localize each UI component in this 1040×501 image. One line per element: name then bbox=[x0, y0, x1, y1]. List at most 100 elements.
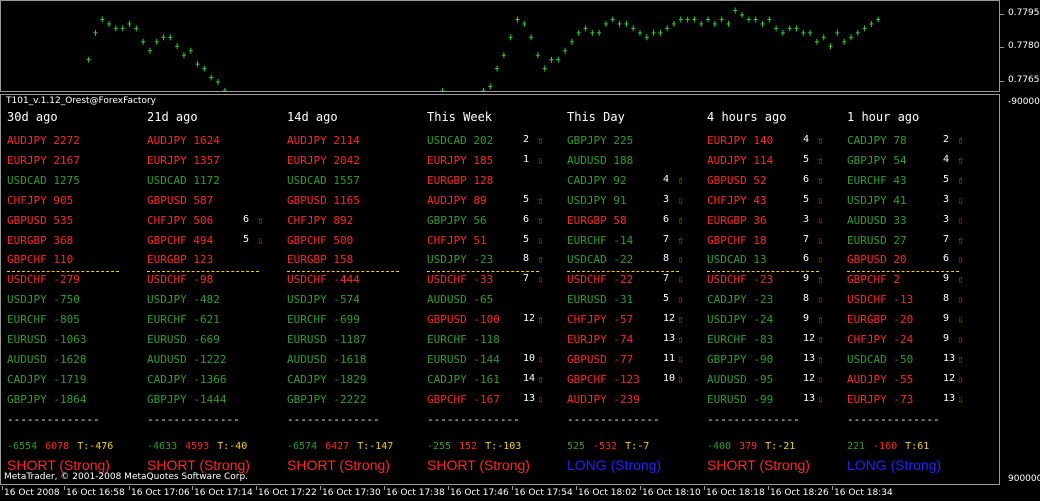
pair-strength: USDJPY -24 bbox=[707, 313, 774, 327]
currency-row: USDCHF -33 7 ⇩ bbox=[427, 273, 567, 289]
currency-row: USDJPY -23 8 ⇧ bbox=[427, 253, 567, 269]
time-axis-label: 16 Oct 17:06 bbox=[131, 488, 190, 498]
price-bar bbox=[814, 38, 819, 45]
arrow-up-icon: ⇧ bbox=[817, 173, 824, 187]
price-bar bbox=[821, 34, 826, 41]
price-bar bbox=[209, 74, 214, 81]
rank-number: 3 bbox=[803, 213, 810, 225]
pair-strength: AUDUSD -95 bbox=[707, 372, 774, 386]
currency-row: CADJPY 78 2 ⇧ bbox=[847, 134, 987, 150]
currency-row: USDCHF -22 7 ⇩ bbox=[567, 273, 707, 289]
currency-row: CHFJPY -57 12 ⇧ bbox=[567, 313, 707, 329]
rank-number: 14 bbox=[523, 372, 536, 384]
price-bar bbox=[93, 29, 98, 36]
arrow-up-icon: ⇧ bbox=[677, 213, 684, 227]
price-bar bbox=[495, 65, 500, 72]
arrow-down-icon: ⇩ bbox=[817, 213, 824, 227]
time-tick bbox=[2, 486, 3, 490]
price-bar bbox=[631, 25, 636, 32]
pair-strength: GBPJPY -2222 bbox=[287, 392, 367, 406]
arrow-up-icon: ⇧ bbox=[817, 313, 824, 327]
arrow-down-icon: ⇩ bbox=[817, 253, 824, 267]
time-axis-label: 16 Oct 16:58 bbox=[66, 488, 125, 498]
long-short-separator bbox=[147, 271, 259, 273]
pair-strength: CHFJPY 43 bbox=[707, 193, 767, 207]
rank-number: 9 bbox=[803, 273, 810, 285]
rank-number: 8 bbox=[523, 253, 530, 265]
price-bar bbox=[733, 7, 738, 14]
rank-number: 6 bbox=[943, 253, 950, 265]
rank-number: 8 bbox=[803, 293, 810, 305]
strength-column: This Day GBPJPY 225 AUDUSD 188 CADJPY 92 4 ⇧ U… bbox=[567, 108, 707, 478]
indicator-title: T101_v.1.12_Orest@ForexFactory bbox=[6, 96, 156, 106]
pair-strength: GBPCHF -167 bbox=[427, 392, 500, 406]
pair-strength: GBPJPY 54 bbox=[847, 153, 907, 167]
pair-strength: EURCHF -118 bbox=[427, 333, 500, 346]
arrow-up-icon: ⇧ bbox=[817, 153, 824, 167]
currency-row: EURUSD -31 5 ⇩ bbox=[567, 293, 707, 309]
price-bar bbox=[617, 20, 622, 27]
price-bar bbox=[576, 29, 581, 36]
rank-number: 5 bbox=[523, 233, 530, 245]
pair-strength: CHFJPY -24 bbox=[847, 333, 914, 346]
arrow-up-icon: ⇧ bbox=[957, 352, 964, 366]
axis-tick bbox=[1000, 14, 1004, 15]
price-axis-label: 0.7765 bbox=[1008, 75, 1040, 85]
currency-row: EURCHF -83 12 ⇧ bbox=[707, 333, 847, 349]
rank-number: 4 bbox=[943, 153, 950, 165]
currency-row: CHFJPY 51 5 ⇩ bbox=[427, 234, 567, 250]
pair-strength: GBPJPY 56 bbox=[427, 213, 487, 227]
currency-row: CHFJPY -24 9 ⇩ bbox=[847, 333, 987, 349]
arrow-up-icon: ⇧ bbox=[537, 253, 544, 267]
rank-number: 6 bbox=[803, 173, 810, 185]
pair-strength: GBPJPY -90 bbox=[707, 352, 774, 366]
currency-row: USDCAD -22 8 ⇧ bbox=[567, 253, 707, 269]
rank-number: 12 bbox=[943, 372, 956, 384]
currency-row: GBPCHF 110 bbox=[7, 253, 147, 269]
rank-number: 5 bbox=[663, 293, 670, 305]
long-total: -6554 bbox=[7, 440, 38, 452]
arrow-down-icon: ⇩ bbox=[537, 233, 544, 247]
arrow-up-icon: ⇧ bbox=[537, 372, 544, 386]
totals-row: -255 152 T:-103 bbox=[427, 441, 529, 452]
currency-row: EURJPY -73 13 ⇩ bbox=[847, 393, 987, 409]
price-bar bbox=[113, 25, 118, 32]
currency-row: USDCAD 1275 bbox=[7, 174, 147, 190]
currency-row: EURGBP 36 3 ⇩ bbox=[707, 214, 847, 230]
rank-number: 6 bbox=[803, 253, 810, 265]
pair-strength: CADJPY -23 bbox=[707, 293, 774, 307]
pair-strength: EURUSD 27 bbox=[847, 233, 907, 247]
metatrader-chart-window[interactable]: 0.7795 0.7780 0.7765 -900000 9000000 T10… bbox=[0, 0, 1040, 501]
price-bar bbox=[175, 43, 180, 50]
currency-row: AUDJPY 2272 bbox=[7, 134, 147, 150]
pair-strength: AUDJPY -239 bbox=[567, 392, 640, 406]
indicator-axis-label: -900000 bbox=[1008, 97, 1040, 107]
arrow-down-icon: ⇩ bbox=[677, 193, 684, 207]
price-chart-panel[interactable] bbox=[0, 0, 1000, 164]
column-header: This Day bbox=[567, 110, 625, 124]
price-bar bbox=[780, 29, 785, 36]
price-bar bbox=[583, 25, 588, 32]
currency-row: EURJPY 1357 bbox=[147, 154, 287, 170]
rank-number: 4 bbox=[803, 134, 810, 145]
currency-row: EURCHF -14 7 ⇧ bbox=[567, 234, 707, 250]
price-bar bbox=[760, 20, 765, 27]
currency-row: CADJPY -161 14 ⇧ bbox=[427, 373, 567, 389]
currency-row: EURJPY 140 4 ⇧ bbox=[707, 134, 847, 150]
rank-number: 13 bbox=[943, 352, 956, 364]
price-bar bbox=[644, 34, 649, 41]
pair-strength: AUDJPY 89 bbox=[427, 193, 487, 207]
rank-number: 7 bbox=[943, 233, 950, 245]
currency-row: GBPJPY -90 13 ⇧ bbox=[707, 353, 847, 369]
long-short-separator bbox=[707, 271, 819, 273]
pair-strength: GBPJPY -1444 bbox=[147, 392, 227, 406]
currency-row: GBPCHF 500 bbox=[287, 234, 427, 250]
short-total: 379 bbox=[739, 440, 758, 452]
currency-row: GBPJPY -2222 bbox=[287, 393, 427, 409]
arrow-up-icon: ⇧ bbox=[677, 253, 684, 267]
rank-number: 9 bbox=[943, 273, 950, 285]
pair-strength: USDCAD -22 bbox=[567, 253, 634, 267]
pair-strength: GBPJPY 225 bbox=[567, 134, 634, 147]
pair-strength: USDCAD -50 bbox=[847, 352, 914, 366]
pair-strength: AUDUSD -1618 bbox=[287, 352, 367, 366]
